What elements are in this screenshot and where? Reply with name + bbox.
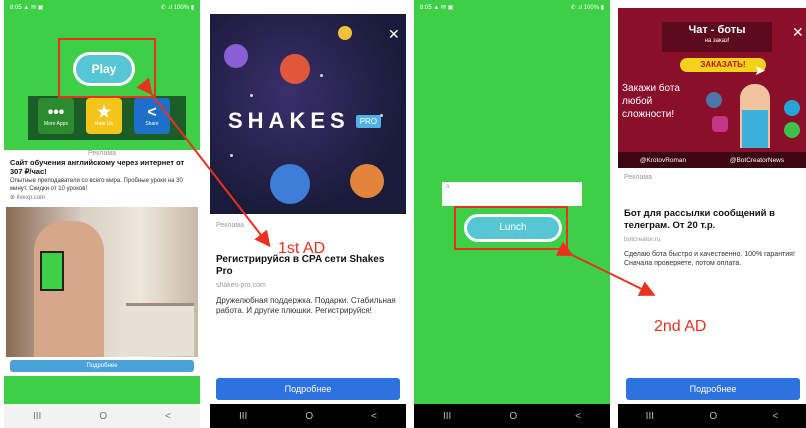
whatsapp-icon (784, 122, 800, 138)
recent-apps-button[interactable]: III (239, 411, 247, 422)
banner-footer-right: @BotCreatorNews (729, 156, 785, 164)
ad-description: Опытные преподаватели со всего мира. Про… (10, 178, 183, 192)
status-right: ✆ .ıl 100% ▮ (570, 4, 604, 11)
ad-domain[interactable]: shakes-pro.com (216, 282, 266, 289)
share-label: Share (145, 121, 159, 127)
shakes-pro-badge: PRO (355, 114, 382, 128)
ad-cta-button[interactable]: Подробнее (216, 378, 400, 400)
share-icon: < (147, 104, 157, 121)
phone-screen-first-ad: SHAKES PRO ✕ Реклама Регистрируйся в CPA… (210, 0, 406, 428)
status-bar: 8:05 ▲ ✉ ▣ ✆ .ıl 100% ▮ (414, 0, 610, 14)
text-input[interactable]: o (442, 182, 582, 206)
close-icon[interactable]: ✕ (792, 24, 804, 41)
ad-label: Реклама (624, 174, 653, 181)
ad-label: Реклама (216, 222, 245, 229)
ad-cta-label: Подробнее (284, 384, 332, 394)
banner-footer: @KrotovRoman @BotCreatorNews (618, 152, 806, 168)
status-right: ✆ .ıl 100% ▮ (160, 4, 194, 11)
recent-apps-button[interactable]: III (33, 411, 41, 422)
ad-banner-bots[interactable]: Чат - боты на заказ! ЗАКАЗАТЬ! ➤ Закажи … (618, 8, 806, 168)
rate-us-button[interactable]: ★ Rate Us (86, 98, 122, 134)
star-dot (320, 74, 323, 77)
vk-icon (706, 92, 722, 108)
recent-apps-button[interactable]: III (443, 411, 451, 422)
man-shirt (742, 110, 768, 148)
ad-domain[interactable]: botcreator.ru (624, 236, 661, 243)
first-ad-annotation: 1st AD (278, 240, 326, 257)
home-button[interactable]: O (709, 411, 717, 422)
ad-banner-space[interactable]: SHAKES PRO (210, 14, 406, 214)
back-button[interactable]: < (772, 411, 778, 422)
ad-cta-label: Подробнее (86, 363, 118, 369)
phone-screen-second-ad: Чат - боты на заказ! ЗАКАЗАТЬ! ➤ Закажи … (618, 0, 806, 428)
status-left: 8:05 ▲ ✉ ▣ (10, 4, 44, 11)
navigation-bar: III O < (618, 404, 806, 428)
banner-title-box: Чат - боты на заказ! (662, 22, 772, 52)
ad-description: Дружелюбная поддержка. Подарки. Стабильн… (216, 296, 396, 315)
navigation-bar: III O < (210, 404, 406, 428)
status-bar: 8:05 ▲ ✉ ▣ ✆ .ıl 100% ▮ (4, 0, 200, 14)
navigation-bar: III O < (414, 404, 610, 428)
second-ad-annotation: 2nd AD (654, 318, 707, 335)
star-dot (250, 94, 253, 97)
ad-title[interactable]: Бот для рассылки сообщений в телеграм. О… (624, 208, 800, 232)
planet-yellow (338, 26, 352, 40)
banner-title: Чат - боты (688, 24, 746, 36)
banner-subtitle: на заказ! (704, 38, 730, 44)
play-highlight-box (58, 38, 156, 98)
ad-title[interactable]: Сайт обучения английскому через интернет… (10, 158, 194, 176)
rate-us-label: Rate Us (94, 121, 114, 127)
home-button[interactable]: O (305, 411, 313, 422)
shakes-logo: SHAKES PRO (228, 108, 382, 134)
more-apps-label: More Apps (44, 121, 68, 127)
star-icon: ★ (96, 104, 112, 121)
ad-cta-button[interactable]: Подробнее (10, 360, 194, 372)
planet-orange (350, 164, 384, 198)
photo-books (126, 303, 194, 356)
status-left: 8:05 ▲ ✉ ▣ (420, 4, 454, 11)
ad-cta-button[interactable]: Подробнее (626, 378, 800, 400)
back-button[interactable]: < (575, 411, 581, 422)
photo-phone (40, 251, 64, 291)
banner-footer-left: @KrotovRoman (639, 156, 687, 164)
instagram-icon (712, 116, 728, 132)
ad-description: Сделаю бота быстро и качественно. 100% г… (624, 251, 795, 267)
man-figure (740, 84, 770, 148)
banner-text: Закажи бота любой сложности! (622, 83, 680, 120)
phone-screen-game-menu: 8:05 ▲ ✉ ▣ ✆ .ıl 100% ▮ Play ••• More Ap… (4, 0, 200, 428)
text-input-value: o (446, 184, 450, 190)
close-icon[interactable]: ✕ (388, 26, 400, 43)
lunch-highlight-box (454, 206, 568, 250)
star-dot (230, 154, 233, 157)
more-apps-icon: ••• (47, 104, 65, 121)
ad-photo[interactable] (6, 207, 198, 357)
navigation-bar: III O < (4, 404, 200, 428)
home-button[interactable]: O (509, 411, 517, 422)
planet-purple (224, 44, 248, 68)
more-apps-button[interactable]: ••• More Apps (38, 98, 74, 134)
planet-blue (270, 164, 310, 204)
back-button[interactable]: < (165, 411, 171, 422)
ad-cta-label: Подробнее (689, 384, 737, 394)
shakes-brand: SHAKES (228, 108, 350, 133)
telegram-icon (784, 100, 800, 116)
ad-label: Реклама (87, 150, 117, 157)
phone-screen-launcher: 8:05 ▲ ✉ ▣ ✆ .ıl 100% ▮ o Lunch III O < (414, 0, 610, 428)
home-button[interactable]: O (99, 411, 107, 422)
cursor-icon: ➤ (754, 62, 766, 78)
back-button[interactable]: < (371, 411, 377, 422)
recent-apps-button[interactable]: III (646, 411, 654, 422)
game-area-bottom (4, 376, 200, 404)
banner-order-label: ЗАКАЗАТЬ! (700, 60, 746, 69)
planet-red (280, 54, 310, 84)
share-button[interactable]: < Share (134, 98, 170, 134)
ad-domain[interactable]: ⊕ livexp.com (10, 194, 45, 201)
